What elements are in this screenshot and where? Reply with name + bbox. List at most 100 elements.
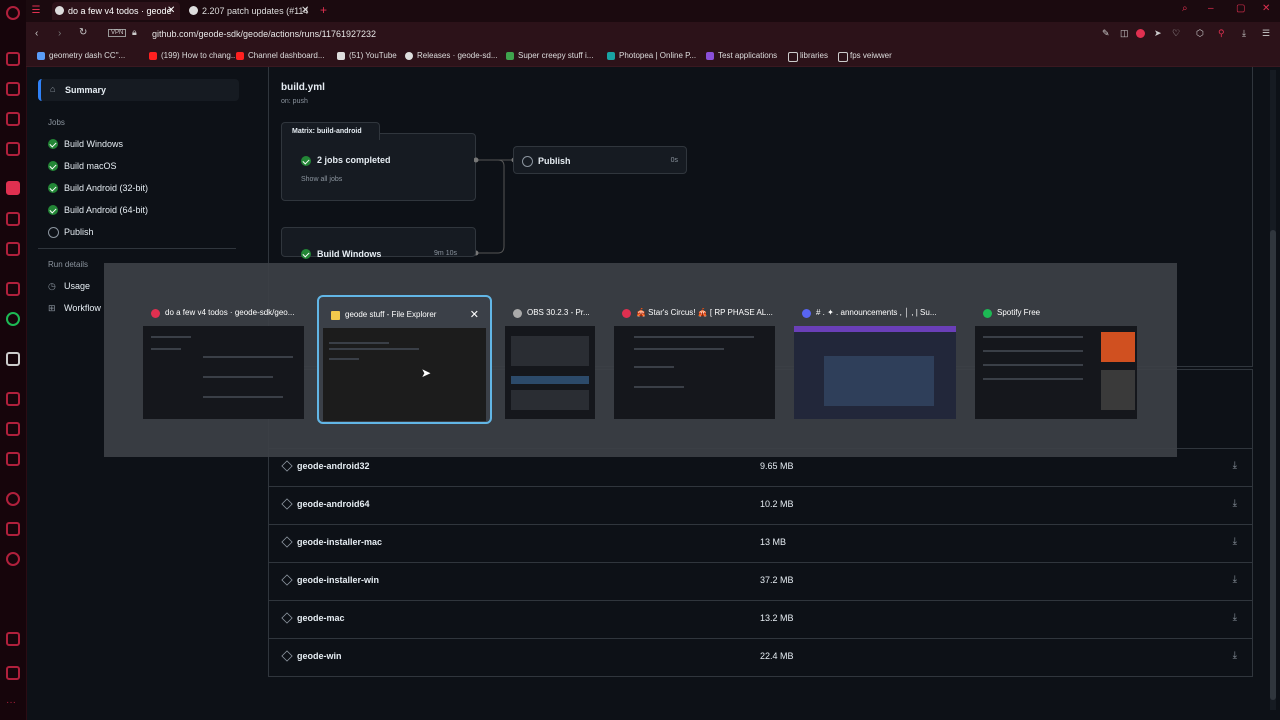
tab-active[interactable]: do a few v4 todos · geode [52,2,180,20]
close-window-icon[interactable]: ✕ [1262,3,1270,14]
bookmark[interactable]: libraries [788,46,828,66]
sidebar-app-icon[interactable] [6,142,20,156]
url-field[interactable]: github.com/geode-sdk/geode/actions/runs/… [152,22,376,46]
bookmark[interactable]: geometry dash CC"... [37,46,125,66]
sidebar-item-usage[interactable]: ◷ Usage [48,280,90,292]
artifact-row[interactable]: geode-mac 13.2 MB ⤓ [268,600,1253,638]
reload-icon[interactable]: ↻ [79,27,87,38]
success-icon [301,156,311,166]
menu-icon[interactable]: ☰ [1262,28,1270,39]
sidebar-app-icon[interactable] [6,242,20,256]
sidebar-app-icon[interactable] [6,52,20,66]
opera-logo-icon[interactable] [6,6,20,20]
publish-job-card[interactable]: Publish 0s [513,146,687,174]
new-tab-button[interactable]: + [320,1,327,19]
summary-label: Summary [65,85,107,95]
github-icon [55,6,64,15]
sidebar-item-workflow[interactable]: ⊞ Workflow [48,302,101,314]
workflow-icon: ⊞ [48,303,56,313]
download-icon[interactable]: ⤓ [1233,498,1237,509]
sidebar-app-icon[interactable] [6,666,20,680]
download-icon[interactable]: ⤓ [1233,536,1237,547]
spotify-icon[interactable] [6,312,20,326]
clock-icon: ◷ [48,281,56,291]
camera-icon[interactable]: ◫ [1120,28,1129,39]
download-icon[interactable]: ⤓ [1233,574,1237,585]
maximize-icon[interactable]: ▢ [1236,3,1245,14]
sidebar-item-job[interactable]: Build macOS [48,160,117,172]
download-icon[interactable]: ⤓ [1242,28,1246,39]
close-window-button[interactable]: ✕ [470,308,479,321]
matrix-card[interactable]: 2 jobs completed Show all jobs [281,133,476,201]
download-icon[interactable]: ⤓ [1233,612,1237,623]
bookmark[interactable]: Releases · geode-sd... [405,46,498,66]
download-icon[interactable]: ⤓ [1233,460,1237,471]
divider [38,248,236,249]
box-icon[interactable]: ⬡ [1196,28,1204,39]
success-icon [48,205,58,215]
download-icon[interactable]: ⤓ [1233,650,1237,661]
forward-icon[interactable]: › [58,28,61,39]
bookmark[interactable]: Channel dashboard... [236,46,325,66]
artifact-row[interactable]: geode-installer-win 37.2 MB ⤓ [268,562,1253,600]
extensions-icon[interactable] [6,522,20,536]
artifact-row[interactable]: geode-android64 10.2 MB ⤓ [268,486,1253,524]
heart-icon[interactable]: ♡ [1172,28,1180,39]
show-all-jobs-link[interactable]: Show all jobs [301,176,342,183]
send-icon[interactable]: ➤ [1154,28,1162,39]
switcher-window[interactable]: # . ✦ . announcements , │ , | Su... [794,300,956,419]
switcher-window[interactable]: 🎪 Star's Circus! 🎪 [ RP PHASE AL... [614,300,775,419]
scrollbar-thumb[interactable] [1270,230,1276,700]
search-icon[interactable]: ⌕ [1182,3,1188,14]
sidebar-app-icon[interactable] [6,282,20,296]
discord-icon[interactable] [6,352,20,366]
tab-menu-icon[interactable]: ☰ [26,2,46,20]
switcher-window[interactable]: do a few v4 todos · geode-sdk/geo... [143,300,304,419]
sidebar-home-icon[interactable] [6,181,20,195]
back-icon[interactable]: ‹ [35,28,38,39]
profile-icon[interactable]: ⚲ [1218,28,1225,39]
vpn-badge[interactable]: VPN [108,29,127,37]
scrollbar[interactable] [1270,70,1276,710]
sidebar-item-job[interactable]: Build Android (64-bit) [48,204,148,216]
lock-icon[interactable]: 🔒︎ [132,27,137,38]
history-icon[interactable] [6,492,20,506]
sidebar-item-summary[interactable]: ⌂ Summary [38,79,239,101]
bookmark[interactable]: fps veiwwer [838,46,892,66]
spotify-icon [983,309,992,318]
adblock-icon[interactable] [1136,29,1145,38]
send-icon[interactable] [6,422,20,436]
build-windows-card[interactable]: Build Windows 9m 10s [281,227,476,259]
bookmark[interactable]: Photopea | Online P... [607,46,696,66]
switcher-window-selected[interactable]: geode stuff - File Explorer ✕ ➤ [323,302,486,421]
bookmark[interactable]: Test applications [706,46,777,66]
bookmark[interactable]: Super creepy stuff i... [506,46,593,66]
switcher-window[interactable]: Spotify Free [975,300,1137,419]
connector-line [476,159,505,254]
home-icon: ⌂ [50,84,56,94]
sidebar-item-job[interactable]: Build Android (32-bit) [48,182,148,194]
sidebar-app-icon[interactable] [6,392,20,406]
window-thumbnail [505,326,595,419]
settings-icon[interactable] [6,552,20,566]
sidebar-app-icon[interactable] [6,112,20,126]
obs-icon [513,309,522,318]
bookmark[interactable]: (199) How to chang... [149,46,237,66]
sidebar-app-icon[interactable] [6,212,20,226]
more-icon[interactable]: ··· [6,698,20,712]
artifact-row[interactable]: geode-win 22.4 MB ⤓ [268,638,1253,676]
close-tab-icon[interactable]: ✕ [167,2,175,20]
close-tab-icon[interactable]: ✕ [301,2,309,20]
sidebar-app-icon[interactable] [6,452,20,466]
sidebar-item-job[interactable]: Build Windows [48,138,123,150]
bookmark[interactable]: (51) YouTube [337,46,397,66]
opera-icon [151,309,160,318]
minimize-icon[interactable]: – [1208,3,1214,14]
tab[interactable]: 2.207 patch updates (#114 [186,2,312,20]
artifact-row[interactable]: geode-installer-mac 13 MB ⤓ [268,524,1253,562]
switcher-window[interactable]: OBS 30.2.3 - Pr... [505,300,595,419]
sidebar-app-icon[interactable] [6,82,20,96]
sidebar-item-job[interactable]: Publish [48,226,94,238]
edit-icon[interactable]: ✎ [1102,28,1110,39]
sidebar-app-icon[interactable] [6,632,20,646]
